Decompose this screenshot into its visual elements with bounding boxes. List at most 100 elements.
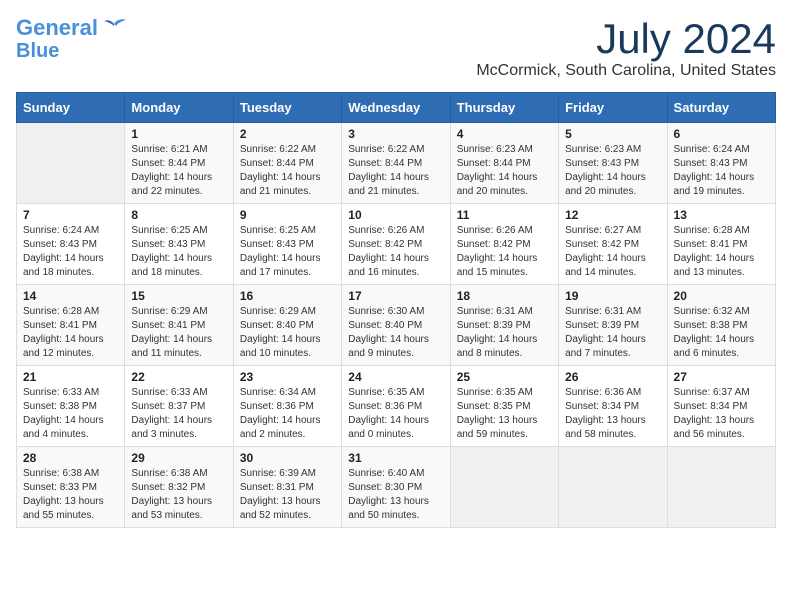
weekday-header-row: Sunday Monday Tuesday Wednesday Thursday… xyxy=(17,93,776,123)
calendar-week-row: 14 Sunrise: 6:28 AMSunset: 8:41 PMDaylig… xyxy=(17,285,776,366)
table-row: 3 Sunrise: 6:22 AMSunset: 8:44 PMDayligh… xyxy=(342,123,450,204)
logo-general: General xyxy=(16,15,98,40)
table-row: 19 Sunrise: 6:31 AMSunset: 8:39 PMDaylig… xyxy=(559,285,667,366)
day-number: 6 xyxy=(674,127,769,141)
table-row: 10 Sunrise: 6:26 AMSunset: 8:42 PMDaylig… xyxy=(342,204,450,285)
day-number: 2 xyxy=(240,127,335,141)
logo: General Blue xyxy=(16,16,128,62)
day-info: Sunrise: 6:22 AMSunset: 8:44 PMDaylight:… xyxy=(348,144,429,197)
table-row: 4 Sunrise: 6:23 AMSunset: 8:44 PMDayligh… xyxy=(450,123,558,204)
day-number: 21 xyxy=(23,370,118,384)
title-area: July 2024 McCormick, South Carolina, Uni… xyxy=(476,16,776,80)
day-info: Sunrise: 6:40 AMSunset: 8:30 PMDaylight:… xyxy=(348,468,429,521)
header: General Blue July 2024 McCormick, South … xyxy=(16,16,776,80)
day-number: 10 xyxy=(348,208,443,222)
bird-icon xyxy=(100,16,128,36)
day-info: Sunrise: 6:38 AMSunset: 8:32 PMDaylight:… xyxy=(131,468,212,521)
day-number: 20 xyxy=(674,289,769,303)
table-row: 18 Sunrise: 6:31 AMSunset: 8:39 PMDaylig… xyxy=(450,285,558,366)
day-number: 22 xyxy=(131,370,226,384)
day-info: Sunrise: 6:36 AMSunset: 8:34 PMDaylight:… xyxy=(565,387,646,440)
day-info: Sunrise: 6:28 AMSunset: 8:41 PMDaylight:… xyxy=(674,225,755,278)
table-row: 9 Sunrise: 6:25 AMSunset: 8:43 PMDayligh… xyxy=(233,204,341,285)
day-number: 16 xyxy=(240,289,335,303)
day-number: 25 xyxy=(457,370,552,384)
day-info: Sunrise: 6:23 AMSunset: 8:43 PMDaylight:… xyxy=(565,144,646,197)
table-row: 11 Sunrise: 6:26 AMSunset: 8:42 PMDaylig… xyxy=(450,204,558,285)
table-row: 30 Sunrise: 6:39 AMSunset: 8:31 PMDaylig… xyxy=(233,447,341,528)
day-number: 13 xyxy=(674,208,769,222)
calendar-week-row: 28 Sunrise: 6:38 AMSunset: 8:33 PMDaylig… xyxy=(17,447,776,528)
day-number: 1 xyxy=(131,127,226,141)
day-number: 24 xyxy=(348,370,443,384)
table-row: 23 Sunrise: 6:34 AMSunset: 8:36 PMDaylig… xyxy=(233,366,341,447)
table-row: 12 Sunrise: 6:27 AMSunset: 8:42 PMDaylig… xyxy=(559,204,667,285)
day-number: 4 xyxy=(457,127,552,141)
table-row: 6 Sunrise: 6:24 AMSunset: 8:43 PMDayligh… xyxy=(667,123,775,204)
table-row: 21 Sunrise: 6:33 AMSunset: 8:38 PMDaylig… xyxy=(17,366,125,447)
table-row: 29 Sunrise: 6:38 AMSunset: 8:32 PMDaylig… xyxy=(125,447,233,528)
day-info: Sunrise: 6:34 AMSunset: 8:36 PMDaylight:… xyxy=(240,387,321,440)
day-info: Sunrise: 6:25 AMSunset: 8:43 PMDaylight:… xyxy=(131,225,212,278)
table-row: 27 Sunrise: 6:37 AMSunset: 8:34 PMDaylig… xyxy=(667,366,775,447)
table-row: 1 Sunrise: 6:21 AMSunset: 8:44 PMDayligh… xyxy=(125,123,233,204)
table-row: 15 Sunrise: 6:29 AMSunset: 8:41 PMDaylig… xyxy=(125,285,233,366)
day-number: 30 xyxy=(240,451,335,465)
table-row: 7 Sunrise: 6:24 AMSunset: 8:43 PMDayligh… xyxy=(17,204,125,285)
day-info: Sunrise: 6:39 AMSunset: 8:31 PMDaylight:… xyxy=(240,468,321,521)
day-info: Sunrise: 6:32 AMSunset: 8:38 PMDaylight:… xyxy=(674,306,755,359)
header-sunday: Sunday xyxy=(17,93,125,123)
day-info: Sunrise: 6:33 AMSunset: 8:37 PMDaylight:… xyxy=(131,387,212,440)
day-info: Sunrise: 6:24 AMSunset: 8:43 PMDaylight:… xyxy=(674,144,755,197)
day-number: 29 xyxy=(131,451,226,465)
calendar-week-row: 1 Sunrise: 6:21 AMSunset: 8:44 PMDayligh… xyxy=(17,123,776,204)
table-row xyxy=(667,447,775,528)
day-info: Sunrise: 6:25 AMSunset: 8:43 PMDaylight:… xyxy=(240,225,321,278)
table-row: 13 Sunrise: 6:28 AMSunset: 8:41 PMDaylig… xyxy=(667,204,775,285)
day-info: Sunrise: 6:35 AMSunset: 8:36 PMDaylight:… xyxy=(348,387,429,440)
table-row: 20 Sunrise: 6:32 AMSunset: 8:38 PMDaylig… xyxy=(667,285,775,366)
table-row: 26 Sunrise: 6:36 AMSunset: 8:34 PMDaylig… xyxy=(559,366,667,447)
day-number: 18 xyxy=(457,289,552,303)
day-number: 15 xyxy=(131,289,226,303)
day-number: 26 xyxy=(565,370,660,384)
table-row: 16 Sunrise: 6:29 AMSunset: 8:40 PMDaylig… xyxy=(233,285,341,366)
day-number: 23 xyxy=(240,370,335,384)
calendar-week-row: 21 Sunrise: 6:33 AMSunset: 8:38 PMDaylig… xyxy=(17,366,776,447)
table-row: 24 Sunrise: 6:35 AMSunset: 8:36 PMDaylig… xyxy=(342,366,450,447)
day-number: 12 xyxy=(565,208,660,222)
header-friday: Friday xyxy=(559,93,667,123)
day-info: Sunrise: 6:23 AMSunset: 8:44 PMDaylight:… xyxy=(457,144,538,197)
table-row: 31 Sunrise: 6:40 AMSunset: 8:30 PMDaylig… xyxy=(342,447,450,528)
logo-text: General xyxy=(16,16,98,40)
day-info: Sunrise: 6:29 AMSunset: 8:40 PMDaylight:… xyxy=(240,306,321,359)
header-wednesday: Wednesday xyxy=(342,93,450,123)
day-number: 9 xyxy=(240,208,335,222)
day-number: 7 xyxy=(23,208,118,222)
day-number: 14 xyxy=(23,289,118,303)
day-info: Sunrise: 6:28 AMSunset: 8:41 PMDaylight:… xyxy=(23,306,104,359)
logo-blue: Blue xyxy=(16,40,59,62)
calendar-table: Sunday Monday Tuesday Wednesday Thursday… xyxy=(16,92,776,528)
day-info: Sunrise: 6:35 AMSunset: 8:35 PMDaylight:… xyxy=(457,387,538,440)
table-row: 25 Sunrise: 6:35 AMSunset: 8:35 PMDaylig… xyxy=(450,366,558,447)
table-row xyxy=(17,123,125,204)
header-thursday: Thursday xyxy=(450,93,558,123)
header-saturday: Saturday xyxy=(667,93,775,123)
day-info: Sunrise: 6:27 AMSunset: 8:42 PMDaylight:… xyxy=(565,225,646,278)
day-number: 27 xyxy=(674,370,769,384)
day-info: Sunrise: 6:24 AMSunset: 8:43 PMDaylight:… xyxy=(23,225,104,278)
day-info: Sunrise: 6:30 AMSunset: 8:40 PMDaylight:… xyxy=(348,306,429,359)
day-info: Sunrise: 6:22 AMSunset: 8:44 PMDaylight:… xyxy=(240,144,321,197)
table-row: 28 Sunrise: 6:38 AMSunset: 8:33 PMDaylig… xyxy=(17,447,125,528)
day-info: Sunrise: 6:31 AMSunset: 8:39 PMDaylight:… xyxy=(565,306,646,359)
table-row xyxy=(450,447,558,528)
day-info: Sunrise: 6:26 AMSunset: 8:42 PMDaylight:… xyxy=(457,225,538,278)
table-row xyxy=(559,447,667,528)
header-tuesday: Tuesday xyxy=(233,93,341,123)
table-row: 17 Sunrise: 6:30 AMSunset: 8:40 PMDaylig… xyxy=(342,285,450,366)
day-number: 5 xyxy=(565,127,660,141)
table-row: 22 Sunrise: 6:33 AMSunset: 8:37 PMDaylig… xyxy=(125,366,233,447)
day-number: 17 xyxy=(348,289,443,303)
table-row: 14 Sunrise: 6:28 AMSunset: 8:41 PMDaylig… xyxy=(17,285,125,366)
